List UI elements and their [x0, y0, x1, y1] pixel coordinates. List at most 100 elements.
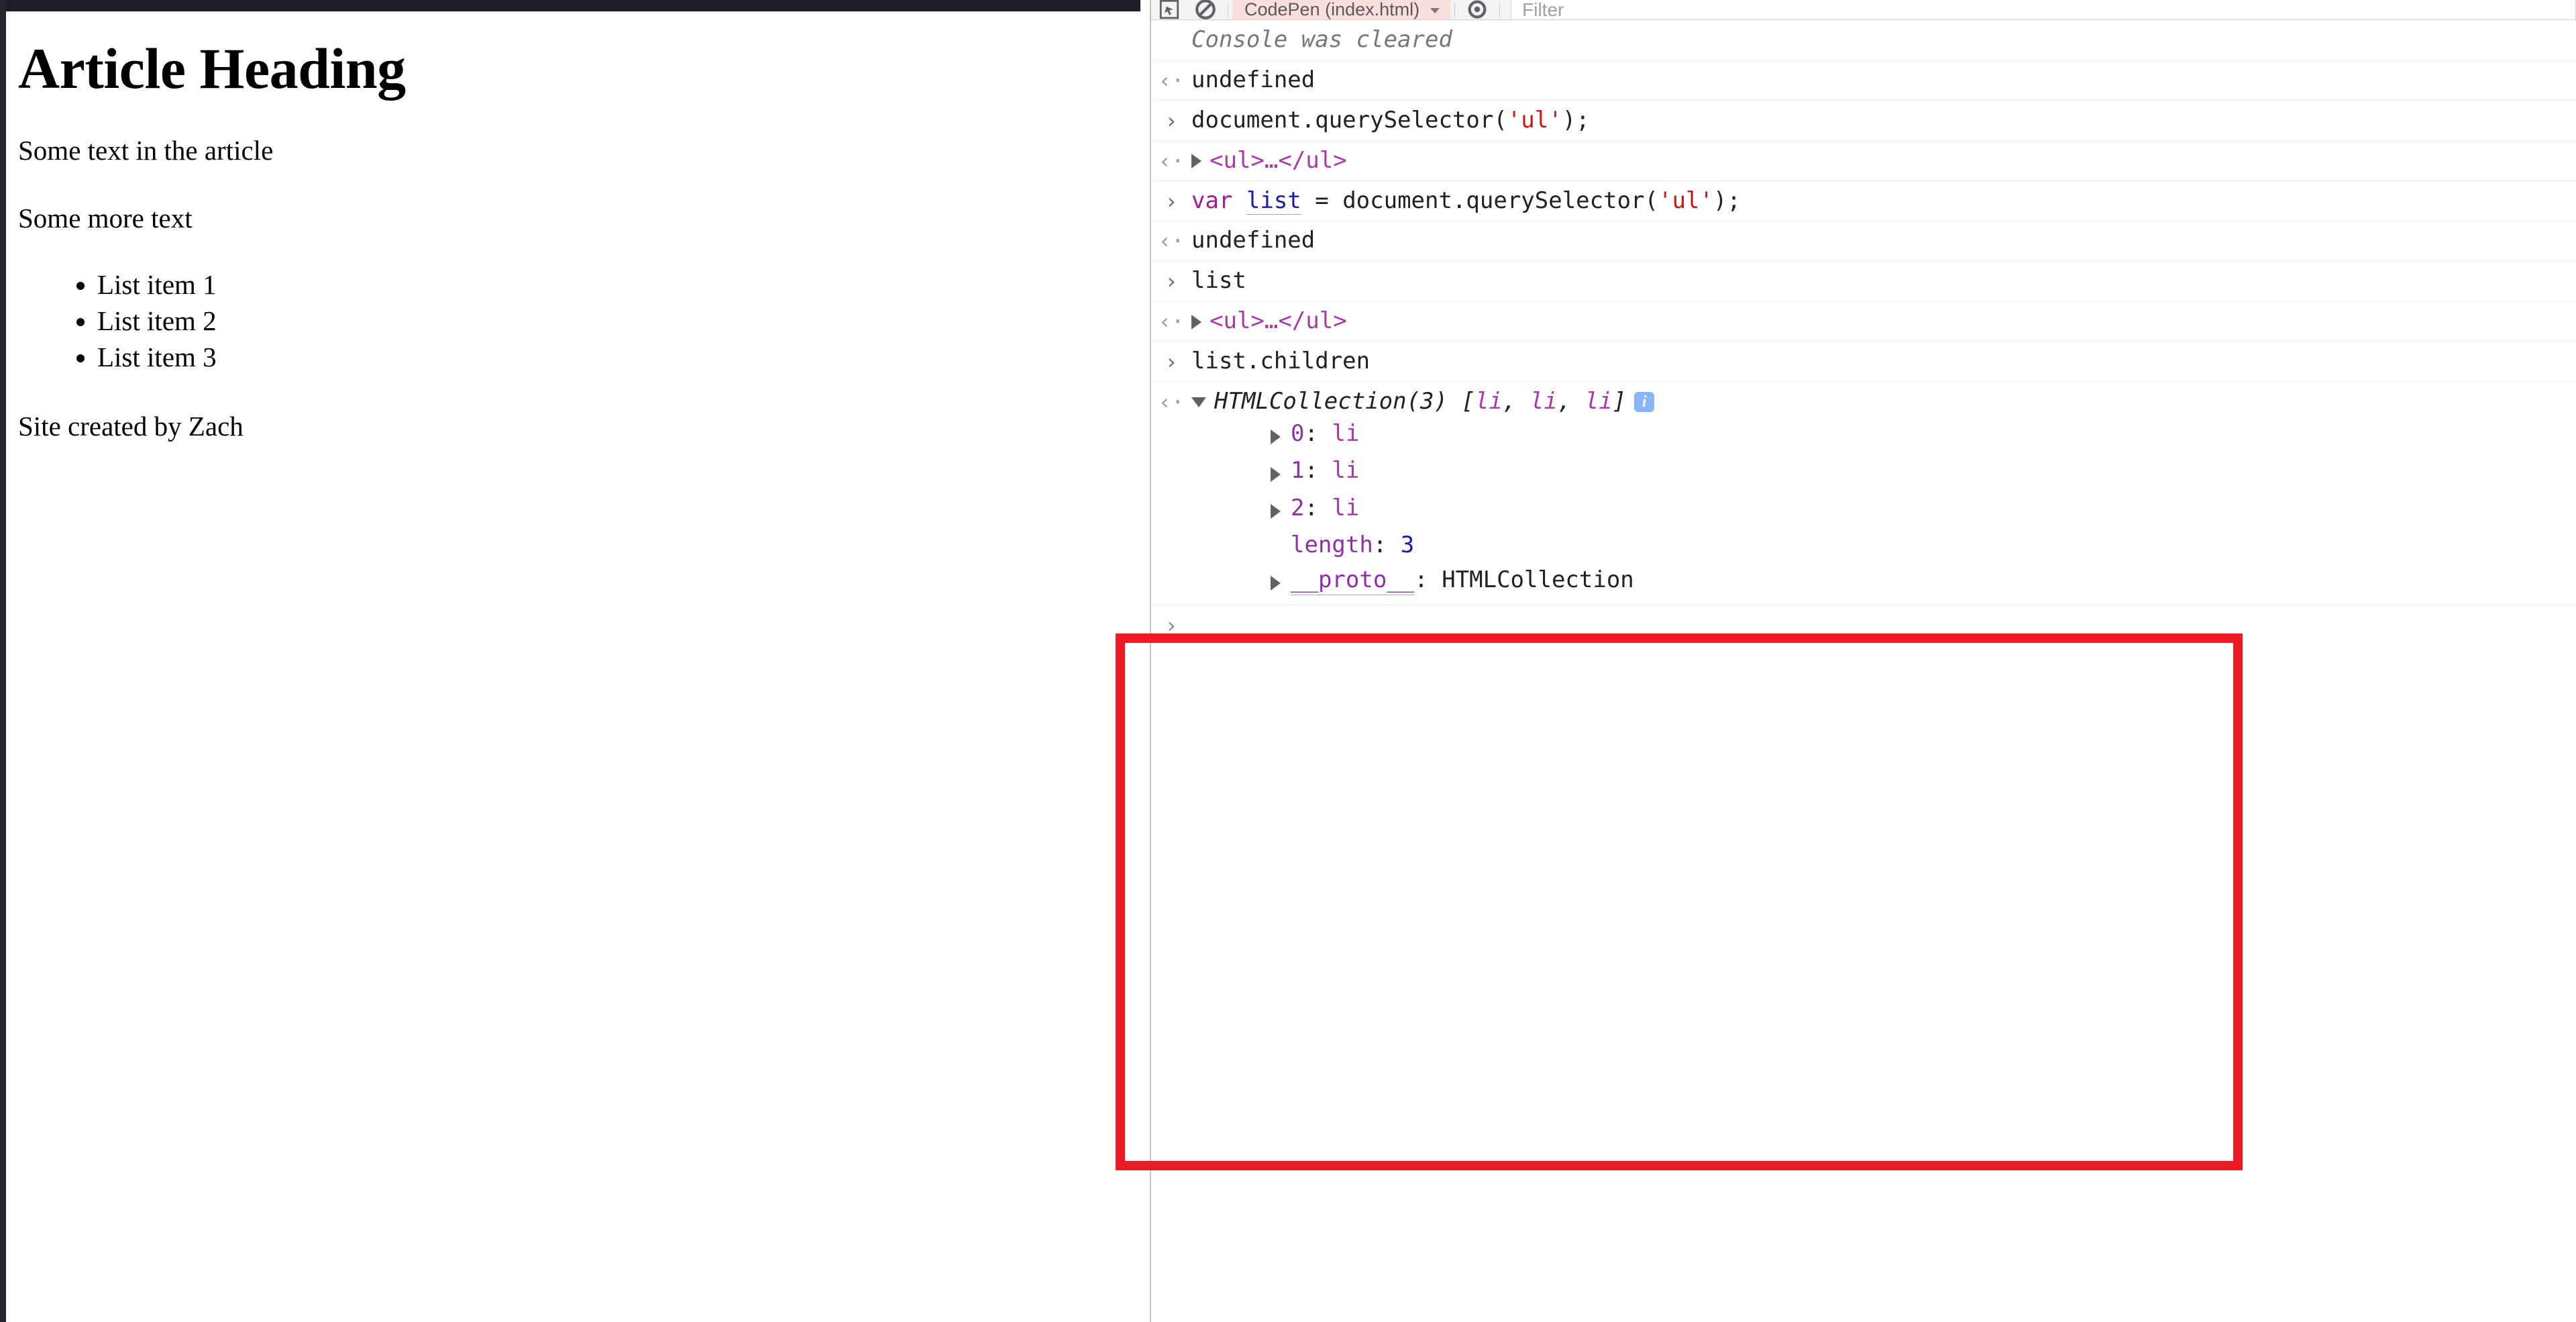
- code-token: ]: [1612, 387, 1627, 415]
- object-property-separator: :: [1304, 457, 1332, 485]
- browser-title-bar: [0, 0, 1140, 11]
- object-property-key: 1: [1291, 457, 1305, 485]
- console-message-body: HTMLCollection(3) [li, li, li] i 0: li 1: l…: [1191, 387, 2576, 600]
- inspect-element-icon[interactable]: [1151, 0, 1187, 19]
- info-icon[interactable]: i: [1634, 391, 1655, 412]
- console-message[interactable]: › list: [1151, 261, 2576, 302]
- console-message-list[interactable]: Console was cleared ‹· undefined › document.…: [1151, 20, 2576, 1322]
- console-message-body: list: [1191, 266, 2576, 296]
- triangle-right-icon[interactable]: [1191, 314, 1201, 329]
- code-token: li: [1529, 387, 1558, 415]
- console-message-body: undefined: [1191, 225, 2576, 256]
- console-message-gutter-icon: ‹·: [1158, 389, 1185, 415]
- console-message[interactable]: ‹· undefined: [1151, 60, 2576, 101]
- object-property-separator: :: [1304, 494, 1332, 521]
- triangle-down-icon[interactable]: [1191, 397, 1206, 407]
- code-token: list: [1191, 267, 1246, 295]
- object-property-value: li: [1332, 494, 1360, 521]
- code-token: ,: [1557, 387, 1585, 415]
- devtools-console-toolbar: CodePen (index.html) Filter: [1151, 0, 2576, 20]
- devtools-panel: CodePen (index.html) Filter Console was …: [1150, 0, 2576, 1322]
- console-message-gutter-icon: ‹·: [1158, 309, 1185, 335]
- console-message-line: list: [1191, 266, 2563, 296]
- console-message-gutter-icon: ›: [1165, 613, 1178, 639]
- console-message[interactable]: › list.children: [1151, 342, 2576, 382]
- console-message-body: <ul>…</ul>: [1191, 146, 2576, 176]
- code-token: var: [1191, 187, 1246, 214]
- console-message-body: <ul>…</ul>: [1191, 306, 2576, 336]
- console-message[interactable]: › var list = document.querySelector('ul')…: [1151, 181, 2576, 221]
- console-message-line: Console was cleared: [1191, 25, 2563, 55]
- screenshot-root: Article Heading Some text in the article…: [0, 0, 2576, 1322]
- triangle-right-icon[interactable]: [1271, 494, 1291, 526]
- console-message-body: var list = document.querySelector('ul');: [1191, 186, 2576, 216]
- console-filter-input[interactable]: Filter: [1511, 0, 2576, 19]
- chevron-down-icon: [1430, 7, 1440, 13]
- console-message[interactable]: Console was cleared: [1151, 20, 2576, 60]
- console-message-gutter-icon: ‹·: [1158, 228, 1185, 254]
- object-property-row[interactable]: 2: li: [1191, 491, 2563, 529]
- console-message-body: Console was cleared: [1191, 25, 2576, 55]
- triangle-right-icon[interactable]: [1271, 456, 1291, 489]
- object-property-value: li: [1332, 457, 1360, 485]
- article-list: List item 1 List item 2 List item 3: [18, 266, 1150, 375]
- console-message[interactable]: ›: [1151, 605, 2576, 652]
- object-property-row[interactable]: length: 3: [1191, 528, 2563, 563]
- triangle-right-icon[interactable]: [1271, 504, 1281, 519]
- console-message-line: undefined: [1191, 65, 2563, 95]
- article-paragraph-1: Some text in the article: [18, 135, 274, 166]
- console-message[interactable]: ‹· undefined: [1151, 221, 2576, 262]
- console-message-line: undefined: [1191, 225, 2563, 256]
- object-property-row[interactable]: 1: li: [1191, 454, 2563, 491]
- list-item: List item 2: [97, 303, 1150, 339]
- console-settings-icon[interactable]: [1459, 0, 1495, 19]
- triangle-right-icon[interactable]: [1271, 419, 1291, 452]
- object-property-separator: :: [1414, 566, 1442, 593]
- code-token: );: [1713, 187, 1741, 214]
- code-token: <ul>…</ul>: [1210, 307, 1347, 335]
- object-property-key: __proto__: [1291, 566, 1415, 596]
- console-message[interactable]: › document.querySelector('ul');: [1151, 101, 2576, 141]
- console-message-body: undefined: [1191, 65, 2576, 95]
- triangle-right-icon[interactable]: [1271, 429, 1281, 445]
- article-paragraph-2: Some more text: [18, 203, 193, 234]
- console-message-line: document.querySelector('ul');: [1191, 105, 2563, 136]
- console-message-text: Console was cleared: [1191, 26, 1452, 53]
- code-token: = document.querySelector(: [1301, 187, 1658, 214]
- object-property-value: HTMLCollection: [1442, 566, 1634, 593]
- code-token: list.children: [1191, 348, 1371, 374]
- console-message-line: HTMLCollection(3) [li, li, li] i: [1191, 387, 2563, 417]
- console-message[interactable]: ‹· <ul>…</ul>: [1151, 301, 2576, 342]
- object-property-value: 3: [1400, 531, 1415, 559]
- object-property-separator: :: [1304, 419, 1332, 447]
- object-property-row[interactable]: __proto__: HTMLCollection: [1191, 563, 2563, 601]
- triangle-right-icon[interactable]: [1191, 154, 1201, 169]
- console-message-gutter-icon: ›: [1165, 349, 1178, 374]
- console-message[interactable]: ‹· <ul>…</ul>: [1151, 141, 2576, 181]
- console-message-text: undefined: [1191, 227, 1316, 254]
- code-token: 'ul': [1658, 187, 1713, 214]
- console-message-gutter-icon: ‹·: [1158, 148, 1185, 174]
- toolbar-divider: [1499, 2, 1501, 17]
- console-context-label: CodePen (index.html): [1244, 0, 1420, 19]
- clear-console-icon[interactable]: [1187, 0, 1224, 19]
- code-token: ,: [1502, 387, 1530, 415]
- code-token: 'ul': [1507, 106, 1562, 134]
- code-token: HTMLCollection(3): [1214, 387, 1462, 415]
- triangle-right-icon[interactable]: [1271, 566, 1291, 598]
- triangle-right-icon[interactable]: [1271, 466, 1281, 482]
- triangle-right-icon[interactable]: [1271, 576, 1281, 591]
- code-token: [: [1461, 387, 1475, 415]
- console-context-selector[interactable]: CodePen (index.html): [1232, 0, 1451, 19]
- code-token: <ul>…</ul>: [1210, 146, 1347, 174]
- console-message-gutter-icon: ›: [1165, 107, 1178, 134]
- object-property-row[interactable]: 0: li: [1191, 417, 2563, 454]
- code-token: );: [1562, 106, 1590, 134]
- toolbar-divider: [1454, 2, 1456, 17]
- console-message-text: undefined: [1191, 66, 1316, 93]
- console-message-gutter-icon: ‹·: [1158, 67, 1185, 93]
- code-token: list: [1246, 187, 1301, 215]
- console-message[interactable]: ‹· HTMLCollection(3) [li, li, li] i 0: li 1:…: [1151, 382, 2576, 606]
- console-message-line: <ul>…</ul>: [1191, 306, 2563, 336]
- code-token: li: [1474, 387, 1503, 415]
